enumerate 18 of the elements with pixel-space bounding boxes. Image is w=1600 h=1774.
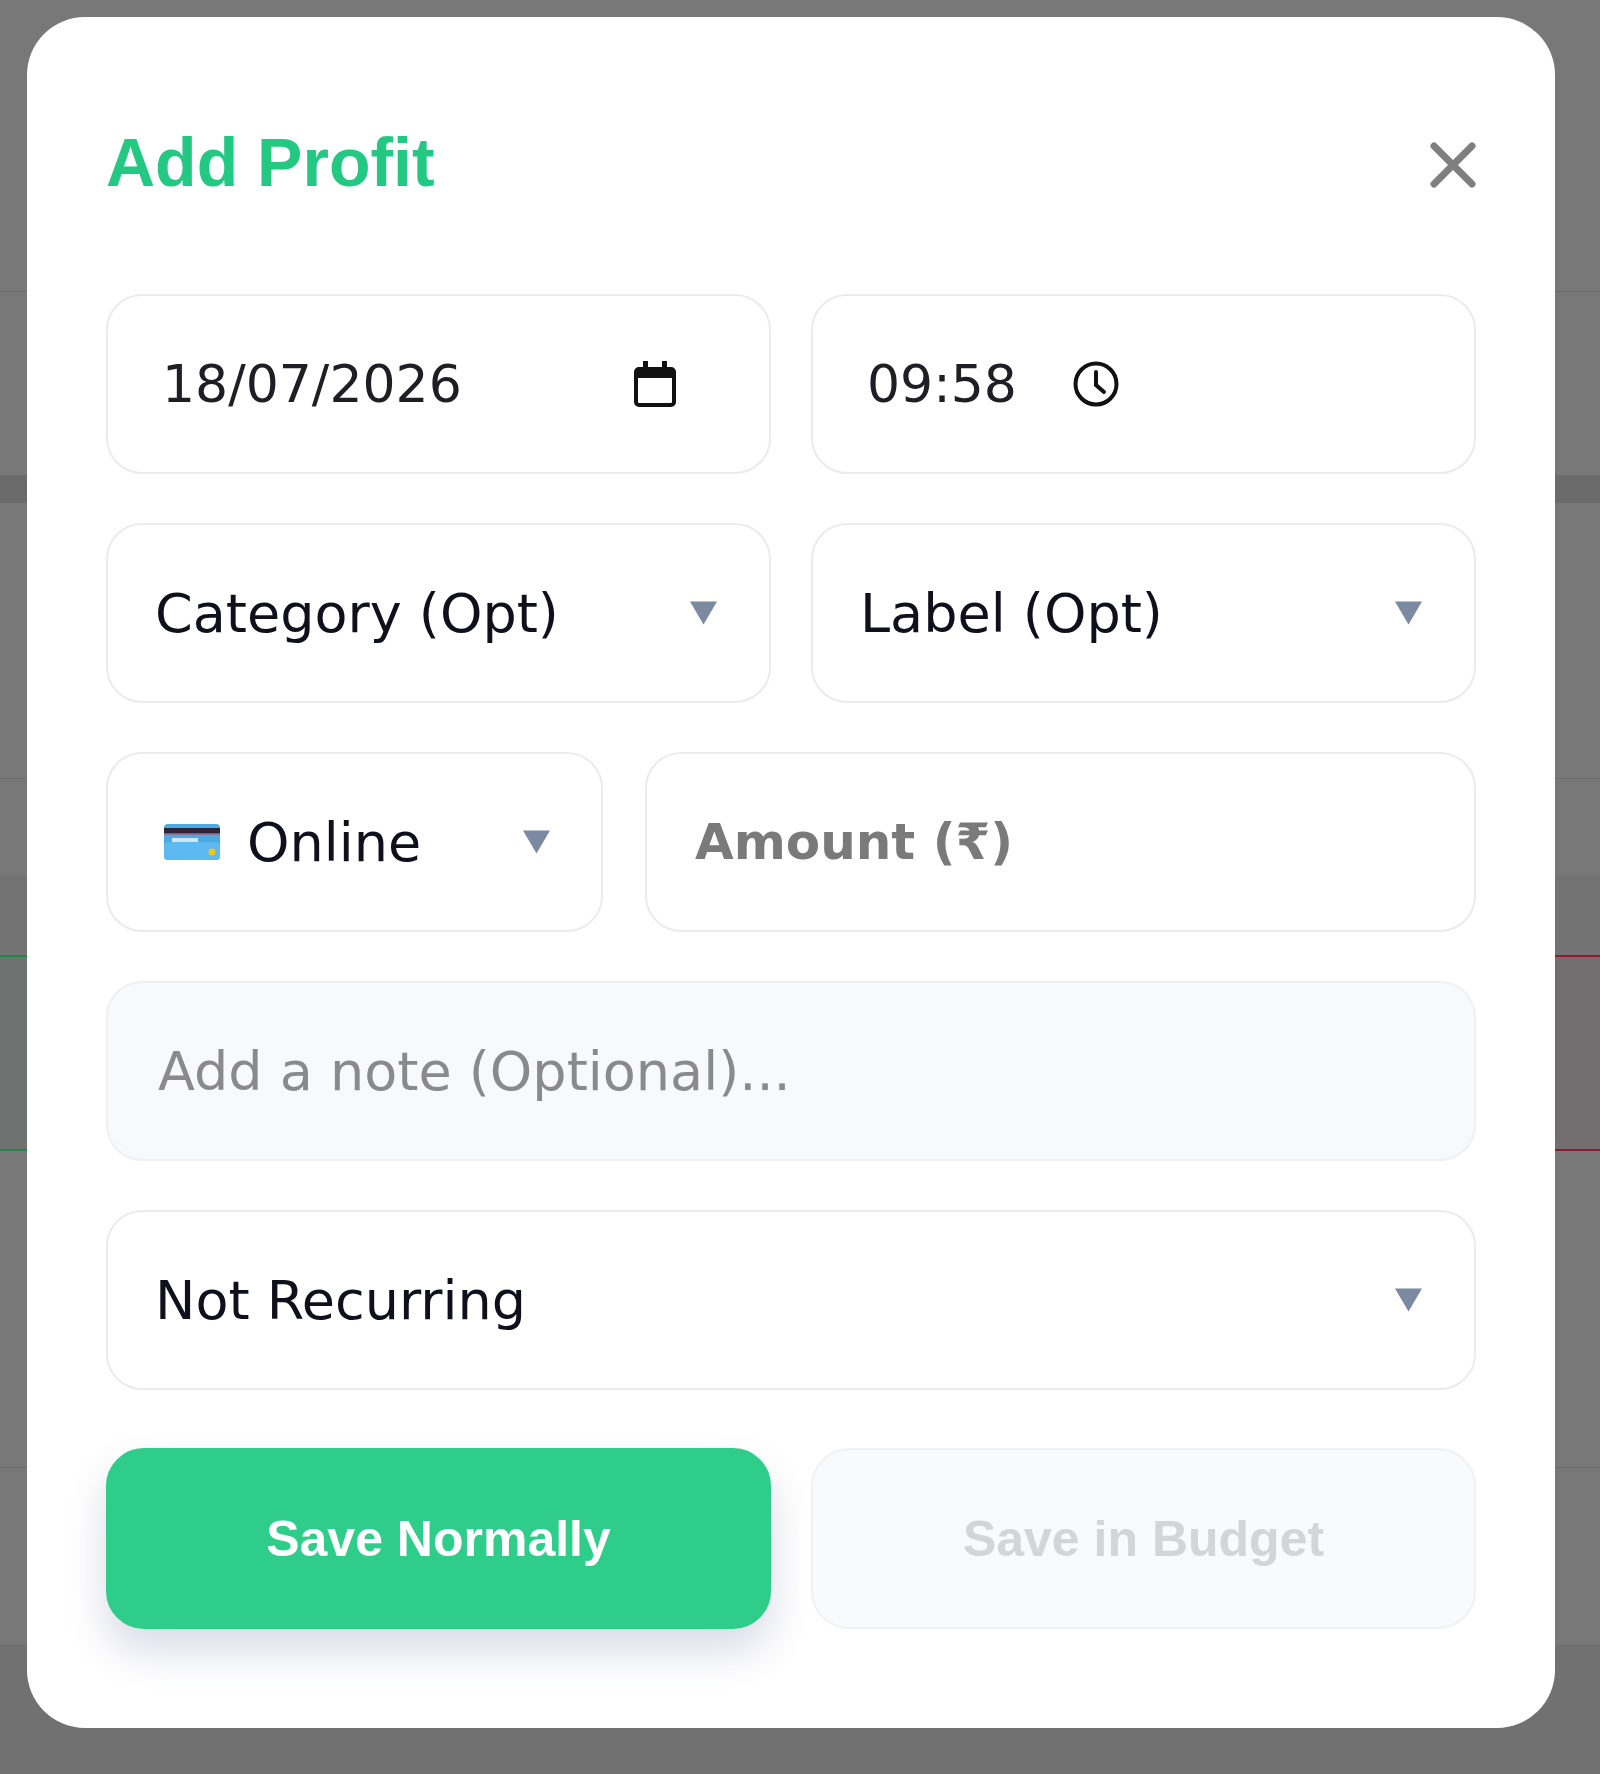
date-field[interactable]: 18/07/2026 bbox=[106, 294, 771, 474]
dialog-title: Add Profit bbox=[106, 123, 435, 202]
caret-icon bbox=[523, 830, 550, 854]
time-field[interactable]: 09:58 bbox=[811, 294, 1476, 474]
caret-icon bbox=[1395, 601, 1422, 625]
clock-icon bbox=[1072, 359, 1119, 409]
credit-card-icon bbox=[164, 824, 220, 860]
close-icon bbox=[1430, 142, 1476, 188]
label-select[interactable]: Label (Opt) bbox=[811, 523, 1476, 703]
payment-method-select[interactable]: Online bbox=[106, 752, 603, 932]
caret-icon bbox=[1395, 1288, 1422, 1312]
caret-icon bbox=[690, 601, 717, 625]
category-select[interactable]: Category (Opt) bbox=[106, 523, 771, 703]
recurrence-select[interactable]: Not Recurring bbox=[106, 1210, 1476, 1390]
amount-field[interactable]: Amount (₹) bbox=[645, 752, 1476, 932]
calendar-icon bbox=[633, 360, 677, 408]
note-field[interactable]: Add a note (Optional)... bbox=[106, 981, 1476, 1161]
close-button[interactable] bbox=[1430, 142, 1476, 188]
